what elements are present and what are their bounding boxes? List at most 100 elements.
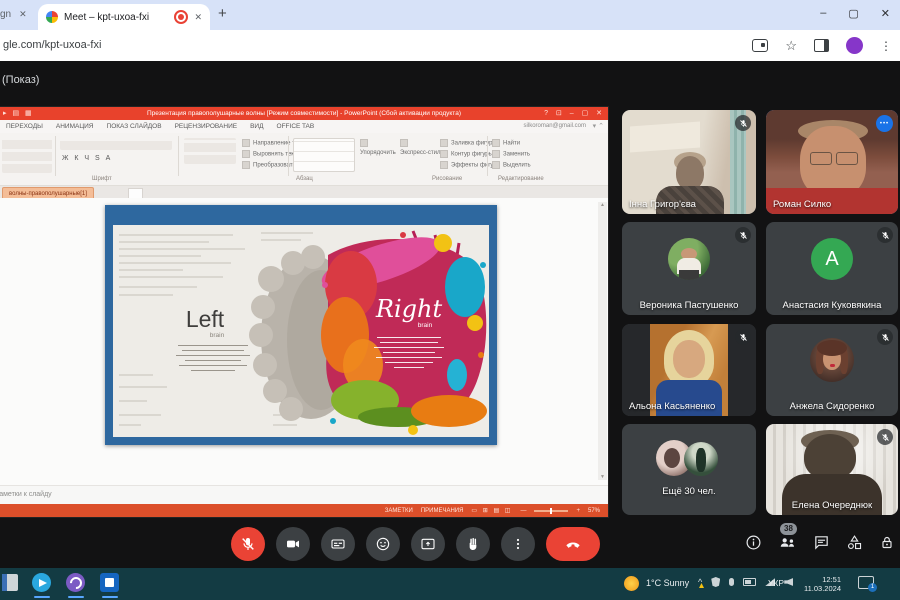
ppt-notes-pane[interactable]: заметки к слайду bbox=[0, 485, 608, 505]
ppt-paragraph-controls[interactable] bbox=[184, 138, 236, 164]
ppt-comments-toggle[interactable]: ПРИМЕЧАНИЯ bbox=[421, 508, 464, 514]
meet-favicon-icon bbox=[46, 11, 58, 23]
tab-background[interactable]: gn ✕ bbox=[0, 9, 36, 20]
taskbar-app-window-icon[interactable] bbox=[2, 574, 18, 591]
chat-icon[interactable] bbox=[813, 534, 830, 551]
ppt-editor-area[interactable]: Left brain Right brain ▲ ▼ bbox=[0, 198, 608, 485]
ppt-clipboard-group[interactable] bbox=[2, 137, 52, 173]
ppt-tab-view[interactable]: ВИД bbox=[250, 123, 263, 130]
ppt-notes-text: заметки к слайду bbox=[0, 491, 52, 498]
zoom-out-icon[interactable]: — bbox=[520, 508, 526, 514]
new-tab-button[interactable]: + bbox=[218, 5, 227, 22]
tile-options-icon[interactable]: ••• bbox=[876, 115, 893, 132]
ppt-font-style-buttons[interactable]: Ж К Ч S А bbox=[62, 155, 112, 162]
weather-sun-icon[interactable] bbox=[624, 576, 639, 591]
mic-off-icon bbox=[739, 119, 747, 127]
url-text[interactable]: gle.com/kpt-uxoa-fxi bbox=[3, 39, 101, 51]
ppt-tab-slideshow[interactable]: ПОКАЗ СЛАЙДОВ bbox=[107, 123, 162, 130]
participant-tile[interactable]: Елена Очереднюк bbox=[766, 424, 898, 515]
people-icon[interactable] bbox=[778, 534, 797, 551]
meeting-info-icon[interactable] bbox=[745, 534, 762, 551]
zoom-in-icon[interactable]: + bbox=[576, 508, 580, 514]
participant-name: Інна Григор'єва bbox=[629, 199, 696, 210]
meeting-panel-icons bbox=[745, 534, 895, 551]
ppt-font-controls[interactable] bbox=[60, 138, 172, 150]
ppt-titlebar[interactable]: ▸ ▤ ▦ Презентация правополушарные волны … bbox=[0, 107, 608, 120]
participant-tile-active-speaker[interactable]: ••• Роман Силко bbox=[766, 110, 898, 214]
weather-widget[interactable]: 1°C Sunny bbox=[646, 578, 689, 588]
open-in-app-icon[interactable] bbox=[752, 39, 769, 52]
host-controls-lock-icon[interactable] bbox=[879, 534, 895, 551]
profile-avatar[interactable] bbox=[846, 37, 863, 54]
security-shield-icon[interactable] bbox=[711, 577, 721, 587]
maximize-button[interactable]: ▢ bbox=[848, 7, 858, 20]
participant-tile[interactable]: Анжела Сидоренко bbox=[766, 324, 898, 416]
raise-hand-button[interactable] bbox=[456, 527, 490, 561]
ppt-shapes-gallery[interactable] bbox=[293, 138, 355, 172]
more-options-button[interactable] bbox=[501, 527, 535, 561]
outlook-icon[interactable] bbox=[100, 573, 119, 592]
ppt-title-text: Презентация правополушарные волны [Режим… bbox=[147, 110, 461, 117]
ppt-tab-animation[interactable]: АНИМАЦИЯ bbox=[56, 123, 94, 130]
ppt-tab-transitions[interactable]: ПЕРЕХОДЫ bbox=[6, 123, 43, 130]
mic-toggle-button[interactable] bbox=[231, 527, 265, 561]
participant-tile[interactable]: Альона Касьяненко bbox=[622, 324, 756, 416]
ppt-shape-format-menu[interactable]: Заливка фигуры Контур фигуры Эффекты фиг… bbox=[440, 139, 497, 169]
end-call-button[interactable] bbox=[546, 527, 600, 561]
ppt-zoom-slider[interactable] bbox=[534, 507, 569, 514]
browser-menu-icon[interactable]: ⋮ bbox=[880, 39, 892, 53]
find-icon bbox=[492, 139, 500, 147]
telegram-icon[interactable] bbox=[32, 573, 51, 592]
overflow-participants-tile[interactable]: Ещё 30 чел. bbox=[622, 424, 756, 515]
scroll-up-icon[interactable]: ▲ bbox=[600, 202, 605, 208]
ppt-quick-access-icons[interactable]: ▸ ▤ ▦ bbox=[3, 109, 34, 117]
mic-off-icon bbox=[739, 333, 747, 341]
ppt-group-paragraph-label: Абзац bbox=[296, 176, 313, 182]
ppt-arrange-button[interactable]: Упорядочить bbox=[360, 139, 396, 156]
ppt-scrollbar[interactable]: ▲ ▼ bbox=[598, 202, 607, 480]
reactions-button[interactable] bbox=[366, 527, 400, 561]
ppt-tab-review[interactable]: РЕЦЕНЗИРОВАНИЕ bbox=[175, 123, 238, 130]
ppt-notes-toggle[interactable]: ЗАМЕТКИ bbox=[385, 508, 413, 514]
shared-powerpoint-window[interactable]: ▸ ▤ ▦ Презентация правополушарные волны … bbox=[0, 107, 608, 517]
close-icon[interactable]: ✕ bbox=[194, 12, 202, 23]
avatar bbox=[684, 442, 718, 476]
minimize-button[interactable]: – bbox=[820, 7, 826, 20]
captions-button[interactable] bbox=[321, 527, 355, 561]
camera-toggle-button[interactable] bbox=[276, 527, 310, 561]
ppt-quickstyles-button[interactable]: Экспресс-стили bbox=[400, 139, 444, 156]
participant-tile[interactable]: Вероника Пастушенко bbox=[622, 222, 756, 315]
brain-artwork: Left brain Right brain bbox=[113, 225, 489, 437]
ppt-ribbon[interactable]: Ж К Ч S А Направление текста Выровнять т… bbox=[0, 133, 608, 186]
ppt-tab-officetab[interactable]: OFFICE TAB bbox=[277, 123, 315, 130]
tab-meet[interactable]: Meet – kpt-uxoa-fxi ✕ bbox=[38, 4, 210, 30]
close-icon[interactable]: ✕ bbox=[19, 9, 27, 20]
tray-mic-icon[interactable] bbox=[729, 578, 735, 586]
scroll-down-icon[interactable]: ▼ bbox=[600, 474, 605, 480]
ppt-editing-menu[interactable]: Найти Заменить Выделить bbox=[492, 139, 531, 169]
side-panel-icon[interactable] bbox=[814, 39, 829, 52]
activities-icon[interactable] bbox=[846, 534, 863, 551]
ppt-account-email[interactable]: silkoroman@gmail.com bbox=[524, 123, 586, 129]
browser-urlbar[interactable]: gle.com/kpt-uxoa-fxi ☆ ⋮ bbox=[0, 30, 900, 63]
bookmark-star-icon[interactable]: ☆ bbox=[785, 38, 797, 54]
ppt-zoom-level[interactable]: 57% bbox=[588, 508, 600, 514]
ppt-view-buttons[interactable]: ▭ ⊞ ▤ ◫ bbox=[471, 507, 512, 514]
viber-icon[interactable] bbox=[66, 573, 85, 592]
mic-off-icon bbox=[881, 231, 889, 239]
present-screen-icon bbox=[421, 538, 435, 550]
ppt-window-controls-icons[interactable]: ? ⊡ – ▢ ✕ bbox=[544, 109, 605, 117]
avatar bbox=[668, 238, 710, 280]
participant-tile[interactable]: Інна Григор'єва bbox=[622, 110, 756, 214]
close-button[interactable]: ✕ bbox=[881, 7, 890, 20]
present-button[interactable] bbox=[411, 527, 445, 561]
smiley-icon bbox=[376, 537, 390, 551]
participant-name: Альона Касьяненко bbox=[629, 401, 716, 412]
taskbar-clock[interactable]: 12:51 11.03.2024 bbox=[793, 575, 841, 593]
speaker-icon[interactable] bbox=[784, 578, 794, 586]
battery-icon[interactable] bbox=[743, 578, 757, 586]
participant-tile[interactable]: А Анастасия Куковякина bbox=[766, 222, 898, 315]
ppt-ribbon-collapse-icon[interactable]: ▾ ⌃ bbox=[593, 122, 604, 130]
ppt-slide[interactable]: Left brain Right brain bbox=[105, 205, 497, 445]
language-indicator[interactable]: УКР bbox=[768, 578, 784, 588]
